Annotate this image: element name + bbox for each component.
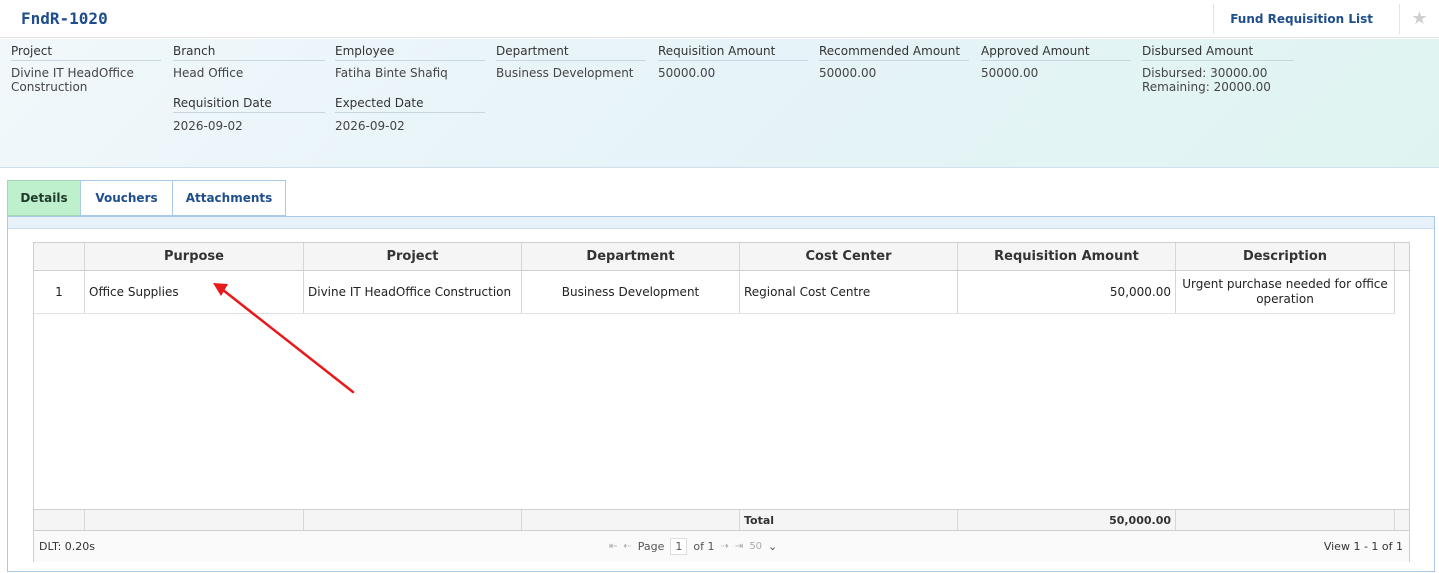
branch-field: Branch Head Office bbox=[173, 44, 325, 80]
requisition-date-value: 2026-09-02 bbox=[173, 119, 243, 133]
footer-total-label: Total bbox=[740, 510, 958, 530]
approved-amount-field: Approved Amount 50000.00 bbox=[981, 44, 1131, 80]
footer-cell-empty bbox=[304, 510, 522, 530]
row-requisition-amount: 50,000.00 bbox=[958, 271, 1176, 313]
column-header-description[interactable]: Description bbox=[1176, 243, 1395, 270]
expected-date-field: Expected Date 2026-09-02 bbox=[335, 96, 485, 133]
favorite-star-icon[interactable]: ★ bbox=[1400, 4, 1439, 34]
department-field: Department Business Development bbox=[496, 44, 646, 80]
column-header-purpose[interactable]: Purpose bbox=[85, 243, 304, 270]
grid-header: Purpose Project Department Cost Center R… bbox=[34, 243, 1409, 271]
requisition-info-panel: Project Divine IT HeadOffice Constructio… bbox=[0, 39, 1439, 168]
chevron-down-icon[interactable]: ⌄ bbox=[768, 540, 777, 553]
column-header-project[interactable]: Project bbox=[304, 243, 522, 270]
footer-cell-empty bbox=[85, 510, 304, 530]
expected-date-value: 2026-09-02 bbox=[335, 119, 405, 133]
row-description: Urgent purchase needed for office operat… bbox=[1176, 271, 1395, 313]
column-header-department[interactable]: Department bbox=[522, 243, 740, 270]
page-title: FndR-1020 bbox=[21, 9, 108, 28]
employee-label: Employee bbox=[335, 44, 485, 61]
requisition-date-label: Requisition Date bbox=[173, 96, 325, 113]
row-department: Business Development bbox=[522, 271, 740, 313]
project-value: Divine IT HeadOffice Construction bbox=[11, 66, 134, 94]
row-cost-center: Regional Cost Centre bbox=[740, 271, 958, 313]
pager-nav: ⇤ ⇠ Page 1 of 1 ⇢ ⇥ 50 ⌄ bbox=[609, 538, 777, 555]
page-number-input[interactable]: 1 bbox=[670, 538, 688, 555]
expected-date-label: Expected Date bbox=[335, 96, 485, 113]
footer-cell-empty bbox=[34, 510, 85, 530]
employee-field: Employee Fatiha Binte Shafiq bbox=[335, 44, 485, 80]
page-label: Page bbox=[637, 540, 665, 553]
requisition-amount-value: 50000.00 bbox=[658, 66, 716, 80]
fund-requisition-list-link[interactable]: Fund Requisition List bbox=[1213, 4, 1400, 34]
footer-cell-empty bbox=[522, 510, 740, 530]
dlt-timing: DLT: 0.20s bbox=[39, 540, 96, 553]
column-header-cost-center[interactable]: Cost Center bbox=[740, 243, 958, 270]
employee-value: Fatiha Binte Shafiq bbox=[335, 66, 448, 80]
approved-amount-label: Approved Amount bbox=[981, 44, 1131, 61]
footer-cell-empty bbox=[1176, 510, 1395, 530]
row-sl: 1 bbox=[34, 271, 85, 313]
department-label: Department bbox=[496, 44, 646, 61]
requisition-date-field: Requisition Date 2026-09-02 bbox=[173, 96, 325, 133]
next-page-icon[interactable]: ⇢ bbox=[721, 541, 729, 552]
tab-vouchers[interactable]: Vouchers bbox=[80, 180, 173, 216]
recommended-amount-label: Recommended Amount bbox=[819, 44, 969, 61]
recommended-amount-value: 50000.00 bbox=[819, 66, 877, 80]
branch-value: Head Office bbox=[173, 66, 244, 80]
disbursed-amount-label: Disbursed Amount bbox=[1142, 44, 1294, 61]
approved-amount-value: 50000.00 bbox=[981, 66, 1039, 80]
requisition-amount-label: Requisition Amount bbox=[658, 44, 808, 61]
details-grid: Purpose Project Department Cost Center R… bbox=[33, 242, 1410, 562]
first-page-icon[interactable]: ⇤ bbox=[609, 541, 617, 552]
recommended-amount-field: Recommended Amount 50000.00 bbox=[819, 44, 969, 80]
grid-pager: DLT: 0.20s ⇤ ⇠ Page 1 of 1 ⇢ ⇥ 50 ⌄ View… bbox=[34, 531, 1409, 562]
grid-footer-total: Total 50,000.00 bbox=[34, 509, 1409, 531]
column-header-sl bbox=[34, 243, 85, 270]
view-records-label: View 1 - 1 of 1 bbox=[1323, 540, 1403, 553]
page-size-select[interactable]: 50 bbox=[749, 541, 762, 552]
title-bar: FndR-1020 Fund Requisition List ★ bbox=[0, 0, 1439, 38]
frame-strip bbox=[8, 217, 1434, 229]
footer-total-value: 50,000.00 bbox=[958, 510, 1176, 530]
prev-page-icon[interactable]: ⇠ bbox=[623, 541, 631, 552]
department-value: Business Development bbox=[496, 66, 634, 80]
page-of-label: of 1 bbox=[693, 540, 715, 553]
last-page-icon[interactable]: ⇥ bbox=[735, 541, 743, 552]
disbursed-amount-value: Disbursed: 30000.00 Remaining: 20000.00 bbox=[1142, 66, 1271, 94]
project-field: Project Divine IT HeadOffice Constructio… bbox=[11, 44, 161, 94]
project-label: Project bbox=[11, 44, 161, 61]
branch-label: Branch bbox=[173, 44, 325, 61]
requisition-amount-field: Requisition Amount 50000.00 bbox=[658, 44, 808, 80]
row-project: Divine IT HeadOffice Construction bbox=[304, 271, 522, 313]
row-purpose: Office Supplies bbox=[85, 271, 304, 313]
tab-details[interactable]: Details bbox=[7, 180, 81, 216]
disbursed-amount-field: Disbursed Amount Disbursed: 30000.00 Rem… bbox=[1142, 44, 1294, 94]
column-header-requisition-amount[interactable]: Requisition Amount bbox=[958, 243, 1176, 270]
table-row[interactable]: 1 Office Supplies Divine IT HeadOffice C… bbox=[34, 271, 1395, 314]
tab-attachments[interactable]: Attachments bbox=[172, 180, 286, 216]
